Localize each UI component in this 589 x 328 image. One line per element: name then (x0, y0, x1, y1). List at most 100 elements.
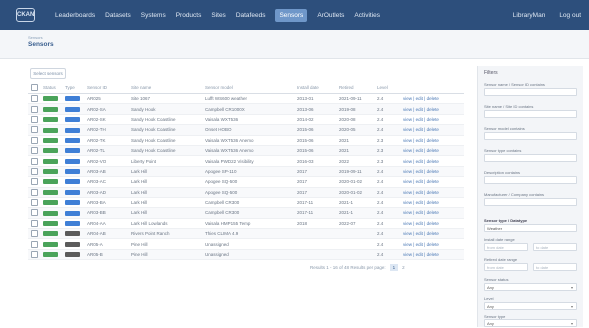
nav-item[interactable]: Systems (141, 12, 166, 19)
level-select[interactable]: Any ▾ (484, 302, 577, 310)
row-checkbox[interactable] (31, 167, 38, 175)
row-actions[interactable]: view | edit | delete (400, 176, 464, 188)
table-row[interactable]: AR03-AC Lark Hill Apogee SQ-500 2017 2020-01… (28, 176, 464, 188)
table-row[interactable]: AR02-SK Sandy Hook Coastline Vaisala WXT53… (28, 114, 464, 126)
row-checkbox[interactable] (31, 199, 38, 207)
row-actions[interactable]: view | edit | delete (400, 218, 464, 230)
row-actions[interactable]: view | edit | delete (400, 124, 464, 136)
row-actions[interactable]: view | edit | delete (400, 135, 464, 146)
table-row[interactable]: AR04-AA Lark Hill Lowlands Vaisala HMP155 … (28, 218, 464, 230)
row-checkbox[interactable] (31, 105, 38, 113)
user-link[interactable]: LibraryMan (513, 12, 546, 19)
table-cell (336, 249, 374, 261)
active-filter-value[interactable]: Weather (484, 224, 577, 232)
type-badge (65, 210, 80, 216)
type-select[interactable]: Any ▾ (484, 319, 577, 327)
row-actions[interactable]: view | edit | delete (400, 103, 464, 115)
nav-item[interactable]: Leaderboards (55, 12, 95, 19)
page-1-button[interactable]: 1 (389, 264, 399, 271)
row-actions[interactable]: view | edit | delete (400, 228, 464, 240)
table-row[interactable]: AR03-BB Lark Hill Campbell CR300 2017-11 202… (28, 207, 464, 219)
status-cell (40, 93, 62, 105)
filter-input[interactable] (484, 88, 577, 96)
app-logo[interactable]: CKAN (16, 8, 35, 22)
table-row[interactable]: AR03-AD Lark Hill Apogee SQ-500 2017 2020-01… (28, 187, 464, 198)
table-row[interactable]: AR03-BA Lark Hill Campbell CR300 2017-11 202… (28, 197, 464, 209)
level-select-value: Any (487, 304, 494, 309)
row-actions[interactable]: view | edit | delete (400, 238, 464, 250)
filter-input[interactable] (484, 176, 577, 184)
column-header[interactable]: Sensor model (202, 82, 294, 94)
row-checkbox[interactable] (31, 251, 38, 259)
table-cell: Sandy Hook Coastline (128, 124, 202, 136)
status-badge (43, 210, 58, 216)
row-checkbox[interactable] (31, 95, 38, 103)
table-row[interactable]: AR05-A Pine Hill Unassigned 2.4 view | edit … (28, 238, 464, 250)
column-header[interactable] (400, 82, 464, 94)
row-checkbox[interactable] (31, 219, 38, 227)
column-header[interactable]: Site name (128, 82, 202, 94)
row-checkbox[interactable] (31, 126, 38, 134)
table-cell: 2017 (294, 176, 336, 188)
filter-input[interactable] (484, 198, 577, 206)
row-checkbox[interactable] (31, 147, 38, 155)
nav-item[interactable]: Datafeeds (236, 12, 266, 19)
nav-item[interactable]: Datasets (105, 12, 131, 19)
retired-from-input[interactable]: from date (484, 263, 528, 271)
row-actions[interactable]: view | edit | delete (400, 249, 464, 261)
table-row[interactable]: AR02-TH Sandy Hook Coastline Onset HOBO 201… (28, 124, 464, 136)
column-header[interactable]: Status (40, 82, 62, 94)
filter-input[interactable] (484, 110, 577, 118)
filter-input[interactable] (484, 132, 577, 140)
column-header[interactable] (28, 82, 40, 94)
row-checkbox[interactable] (31, 240, 38, 248)
row-checkbox[interactable] (31, 178, 38, 186)
install-from-input[interactable]: from date (484, 243, 528, 251)
column-header[interactable]: Install date (294, 82, 336, 94)
table-cell: 2020-01-02 (336, 187, 374, 198)
row-actions[interactable]: view | edit | delete (400, 207, 464, 219)
column-header[interactable]: Type (62, 82, 84, 94)
column-header[interactable]: Retired (336, 82, 374, 94)
row-actions[interactable]: view | edit | delete (400, 187, 464, 198)
table-row[interactable]: AR05-B Pine Hill Unassigned 2.4 view | edit … (28, 249, 464, 261)
logout-link[interactable]: Log out (559, 12, 581, 19)
install-to-input[interactable]: to date (533, 243, 577, 251)
table-cell: 2.3 (374, 145, 400, 157)
table-row[interactable]: AR04-AB Rivers Point Ranch Thies CLIMA 4.9… (28, 228, 464, 240)
row-checkbox[interactable] (31, 230, 38, 238)
breadcrumb[interactable]: Sensors (28, 35, 43, 40)
select-sensors-button[interactable]: Select sensors (30, 68, 66, 79)
nav-item[interactable]: Products (176, 12, 202, 19)
table-row[interactable]: AR02-SA Sandy Hook Campbell CR1000X 2013-06… (28, 103, 464, 115)
table-row[interactable]: AR02-VO Liberty Point Vaisala PWD22 Visibi… (28, 155, 464, 167)
row-checkbox[interactable] (31, 188, 38, 196)
row-checkbox[interactable] (31, 136, 38, 144)
filter-input[interactable] (484, 154, 577, 162)
nav-item[interactable]: ArOutlets (317, 12, 344, 19)
column-header[interactable]: Level (374, 82, 400, 94)
nav-item[interactable]: Sensors (275, 8, 308, 22)
row-actions[interactable]: view | edit | delete (400, 93, 464, 105)
table-row[interactable]: AR02-TL Sandy Hook Coastline Vaisala WXT53… (28, 145, 464, 157)
select-all-checkbox[interactable] (31, 84, 38, 91)
page-2-button[interactable]: 2 (402, 265, 405, 270)
column-header[interactable]: Sensor ID (84, 82, 128, 94)
nav-item[interactable]: Sites (211, 12, 225, 19)
row-actions[interactable]: view | edit | delete (400, 114, 464, 126)
row-checkbox[interactable] (31, 115, 38, 123)
row-actions[interactable]: view | edit | delete (400, 145, 464, 157)
table-cell (294, 238, 336, 250)
retired-to-input[interactable]: to date (533, 263, 577, 271)
nav-item[interactable]: Activities (354, 12, 380, 19)
table-cell: 2013-01 (294, 93, 336, 105)
row-checkbox[interactable] (31, 157, 38, 165)
table-row[interactable]: AR03-AB Lark Hill Apogee SP-110 2017 2019-09… (28, 166, 464, 178)
status-select[interactable]: Any ▾ (484, 283, 577, 291)
row-actions[interactable]: view | edit | delete (400, 197, 464, 209)
table-row[interactable]: AR025 Site 1067 Lufft WS600 weather 2013-01… (28, 93, 464, 105)
row-actions[interactable]: view | edit | delete (400, 155, 464, 167)
row-actions[interactable]: view | edit | delete (400, 166, 464, 178)
table-row[interactable]: AR02-TK Sandy Hook Coastline Vaisala WXT53… (28, 135, 464, 146)
row-checkbox[interactable] (31, 209, 38, 217)
